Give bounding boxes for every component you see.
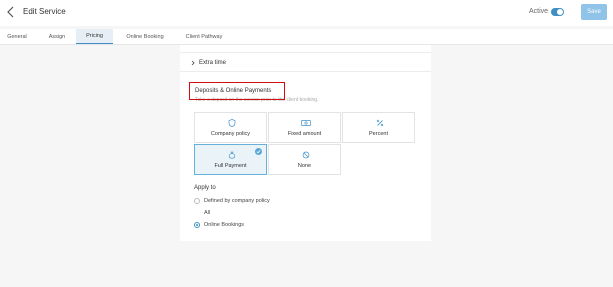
option-none[interactable]: None [268,144,341,175]
tab-assign[interactable]: Assign [40,29,74,44]
shield-icon [228,119,236,127]
pricing-panel: Extra time Deposits & Online Payments Ta… [180,45,431,241]
tab-online-booking[interactable]: Online Booking [117,29,173,44]
extra-time-label: Extra time [199,60,227,66]
option-label: None [297,163,312,169]
tab-pricing[interactable]: Pricing [76,29,113,44]
selected-check-icon [255,148,262,155]
save-button[interactable]: Save [581,4,607,20]
extra-time-row[interactable]: Extra time [180,54,431,72]
back-arrow-icon[interactable] [4,5,18,19]
active-label: Active [529,8,549,15]
option-label: Fixed amount [287,131,322,137]
cash-icon [301,120,311,126]
money-bag-icon [228,151,236,159]
header-bar: Edit Service Active Save [0,0,613,26]
option-company-policy[interactable]: Company policy [194,112,267,143]
annotation-highlight-box [189,82,285,100]
no-entry-icon [302,151,310,159]
option-fixed-amount[interactable]: Fixed amount [268,112,341,143]
percent-icon [376,119,384,127]
option-label: Full Payment [214,163,247,169]
option-percent[interactable]: Percent [342,112,415,143]
option-full-payment[interactable]: Full Payment [194,144,267,175]
option-label: Percent [369,131,388,137]
radio-button[interactable] [194,198,200,204]
radio-button-selected[interactable] [194,222,200,228]
tab-client-pathway[interactable]: Client Pathway [179,29,229,44]
panel-top-divider [180,45,431,53]
option-label: Company policy [210,131,251,137]
radio-label: Online Bookings [204,222,245,228]
page-title: Edit Service [23,7,66,16]
radio-label: All [204,210,211,216]
radio-label: Defined by company policy [204,198,270,204]
tab-general[interactable]: General [0,29,34,44]
apply-to-label: Apply to [194,185,216,191]
tab-bar: General Assign Pricing Online Booking Cl… [0,29,613,45]
chevron-right-icon [191,60,195,66]
active-toggle[interactable] [551,8,564,16]
